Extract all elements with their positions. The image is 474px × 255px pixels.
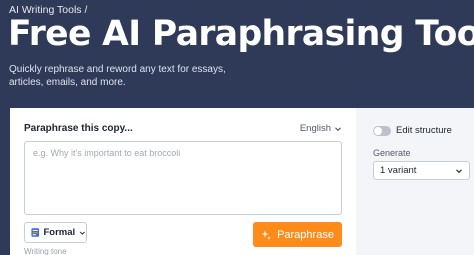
variant-value: 1 variant [380,165,417,176]
toggle-knob [374,126,382,135]
edit-structure-label: Edit structure [396,125,452,136]
writing-tone-caption: Writing tone [24,247,67,255]
page-title: Free AI Paraphrasing Tool [8,14,474,54]
writing-tone-select[interactable]: Formal [24,222,87,243]
edit-structure-toggle[interactable]: Edit structure [373,125,452,136]
options-panel: Edit structure Generate 1 variant [356,108,474,255]
paraphrase-button[interactable]: Paraphrase [253,222,342,247]
document-icon [31,228,40,237]
chevron-down-icon [335,126,341,131]
hero-banner: AI Writing Tools / Free AI Paraphrasing … [0,0,474,108]
variant-select[interactable]: 1 variant [373,161,470,180]
paraphrase-input[interactable] [24,141,342,215]
paraphrase-button-label: Paraphrase [277,228,334,241]
sparkle-icon [261,230,272,240]
generate-label: Generate [373,148,411,158]
page-subtitle: Quickly rephrase and reword any text for… [9,64,226,88]
language-select[interactable]: English [300,123,342,134]
language-value: English [299,123,331,134]
input-label: Paraphrase this copy... [24,123,133,134]
paraphrase-card: Paraphrase this copy... English Formal W… [10,108,356,255]
chevron-down-icon [80,231,86,235]
writing-tone-value: Formal [43,227,76,238]
chevron-down-icon [456,168,462,173]
toggle-switch[interactable] [373,125,391,136]
